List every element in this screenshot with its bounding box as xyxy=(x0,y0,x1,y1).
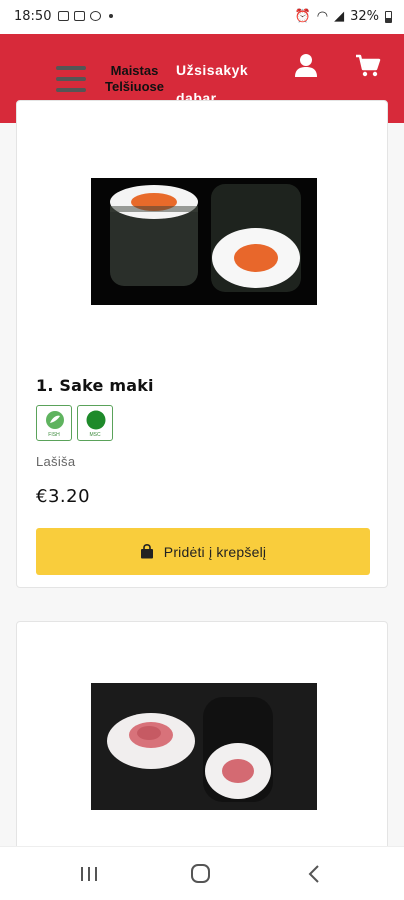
product-card: 1. Sake maki FISH MSC Lašiša €3.20 Pridė… xyxy=(16,100,388,588)
alarm-icon: ⏰ xyxy=(294,9,311,24)
fish-badge-label: FISH xyxy=(48,432,60,438)
system-nav-bar xyxy=(0,846,404,900)
cart-icon[interactable] xyxy=(354,52,382,80)
fish-badge: FISH xyxy=(36,405,72,441)
product-name[interactable]: 1. Sake maki xyxy=(36,376,154,395)
app-screen: 18:50 ⏰ ◠ ◢ 32% Maistas Telšiuose Užsisa… xyxy=(0,0,404,900)
order-now-line-1: Užsisakyk xyxy=(176,62,249,78)
product-badges: FISH MSC xyxy=(36,405,113,441)
user-icon[interactable] xyxy=(292,52,320,80)
product-ingredients: Lašiša xyxy=(36,454,76,469)
back-icon[interactable] xyxy=(303,863,327,885)
brand-line-1: Maistas xyxy=(110,63,159,78)
fish-icon xyxy=(46,411,64,429)
product-image[interactable] xyxy=(91,178,317,305)
product-image[interactable] xyxy=(91,683,317,810)
mail-icon xyxy=(74,11,85,21)
status-time: 18:50 xyxy=(14,9,52,24)
status-bar: 18:50 ⏰ ◠ ◢ 32% xyxy=(0,0,404,34)
wifi-icon: ◠ xyxy=(316,9,329,24)
home-icon[interactable] xyxy=(189,863,213,885)
add-to-cart-button[interactable]: Pridėti į krepšelį xyxy=(36,528,370,575)
battery-icon xyxy=(385,10,392,23)
tuna-maki-image xyxy=(91,683,317,810)
sake-maki-image xyxy=(91,178,317,305)
product-price: €3.20 xyxy=(36,486,91,507)
more-notifications-icon xyxy=(109,14,113,18)
status-right: ⏰ ◠ ◢ 32% xyxy=(295,9,392,24)
signal-icon: ◢ xyxy=(334,9,345,24)
brand-line-2: Telšiuose xyxy=(104,79,164,94)
battery-percent: 32% xyxy=(350,9,379,24)
gallery-icon xyxy=(58,11,69,21)
notification-icons xyxy=(58,11,113,21)
msc-badge: MSC xyxy=(77,405,113,441)
brand-logo[interactable]: Maistas Telšiuose xyxy=(97,63,172,95)
msc-badge-label: MSC xyxy=(89,432,101,438)
add-to-cart-label: Pridėti į krepšelį xyxy=(163,543,267,560)
shopping-bag-icon xyxy=(140,544,153,559)
messenger-icon xyxy=(90,11,101,21)
msc-icon xyxy=(86,410,106,430)
hamburger-menu-icon[interactable] xyxy=(56,66,86,92)
recent-apps-icon[interactable] xyxy=(77,863,101,885)
